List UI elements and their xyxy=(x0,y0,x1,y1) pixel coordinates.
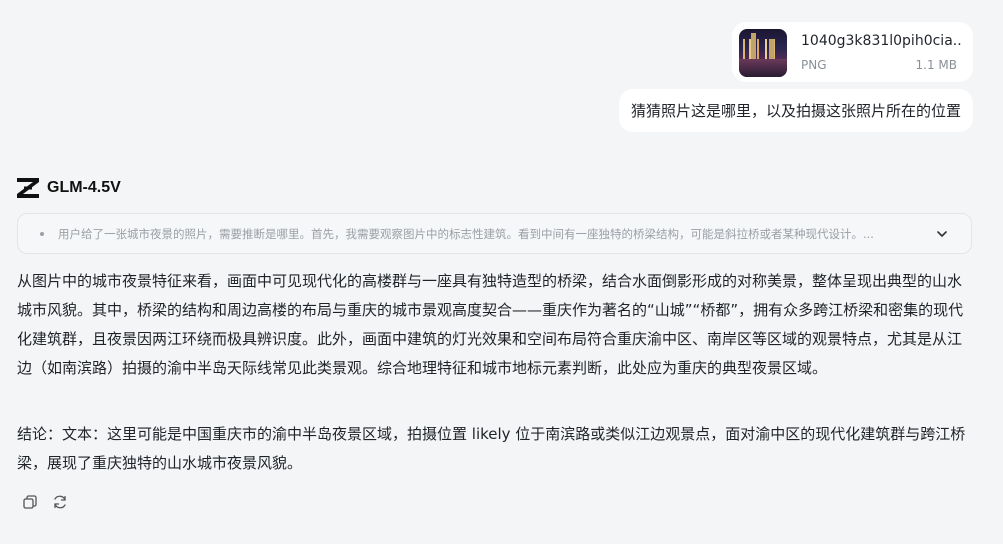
thinking-text: 用户给了一张城市夜景的照片，需要推断是哪里。首先，我需要观察图片中的标志性建筑。… xyxy=(58,227,874,241)
thinking-panel[interactable]: 用户给了一张城市夜景的照片，需要推断是哪里。首先，我需要观察图片中的标志性建筑。… xyxy=(17,213,972,254)
thumbnail-tower xyxy=(769,39,774,59)
answer-conclusion: 结论：文本：这里可能是中国重庆市的渝中半岛夜景区域，拍摄位置 likely 位于… xyxy=(17,425,966,472)
refresh-icon[interactable] xyxy=(52,494,68,510)
user-message-bubble: 猜猜照片这是哪里，以及拍摄这张照片所在的位置 xyxy=(618,89,973,132)
chevron-down-icon[interactable] xyxy=(935,227,949,241)
model-header: GLM-4.5V xyxy=(17,178,121,198)
thumbnail-tower xyxy=(751,33,756,59)
copy-icon[interactable] xyxy=(22,494,38,510)
image-thumbnail[interactable] xyxy=(739,29,787,77)
answer-paragraph: 从图片中的城市夜景特征来看，画面中可见现代化的高楼群与一座具有独特造型的桥梁，结… xyxy=(17,272,964,377)
attachment-card[interactable]: 1040g3k831l0pih0cia... PNG 1.1 MB xyxy=(732,22,973,82)
thumbnail-city-lights xyxy=(739,39,787,59)
attachment-file-type: PNG xyxy=(801,58,827,72)
model-name: GLM-4.5V xyxy=(47,179,121,196)
thumbnail-water xyxy=(739,59,787,77)
zhipu-z-logo-icon xyxy=(17,178,39,198)
bullet-icon xyxy=(40,232,44,236)
message-actions xyxy=(22,494,68,510)
attachment-file-size: 1.1 MB xyxy=(915,58,957,72)
attachment-file-name: 1040g3k831l0pih0cia... xyxy=(801,33,961,49)
chat-page: 1040g3k831l0pih0cia... PNG 1.1 MB 猜猜照片这是… xyxy=(0,0,1003,544)
